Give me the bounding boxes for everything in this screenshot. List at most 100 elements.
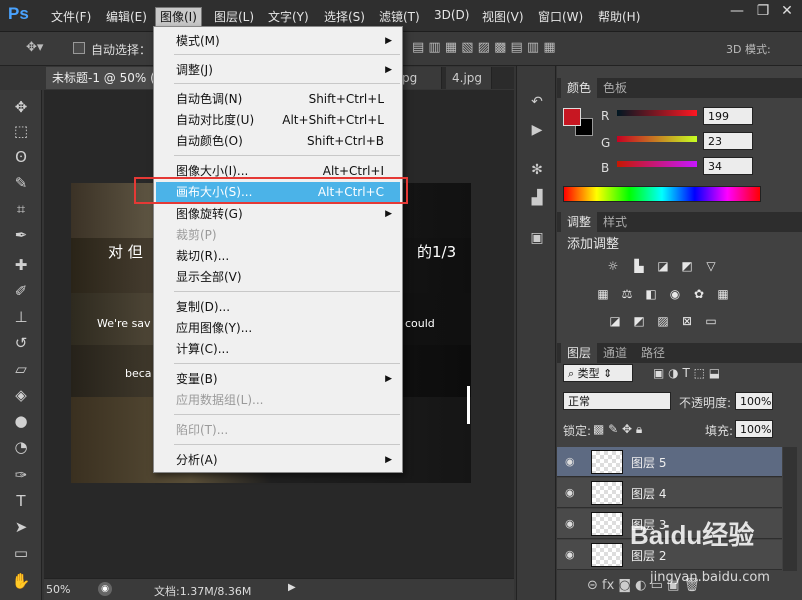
marquee-tool-icon[interactable]: ⬚ (10, 120, 32, 142)
blur-tool-icon[interactable]: ● (10, 410, 32, 432)
black-white-icon[interactable]: ◧ (643, 287, 659, 301)
layer-row[interactable]: ◉ 图层 4 (557, 478, 782, 508)
g-slider[interactable] (617, 136, 697, 142)
move-tool-preset-icon[interactable]: ✥▾ (26, 40, 43, 55)
brush-panel-icon[interactable]: ✻ (525, 162, 549, 182)
b-value-input[interactable]: 34 (703, 157, 753, 175)
menu-item-variables[interactable]: 变量(B) ▶ (156, 369, 400, 390)
opacity-input[interactable]: 100% (735, 392, 773, 410)
tab-channels[interactable]: 通道 (597, 343, 633, 363)
menu-item-reveal-all[interactable]: 显示全部(V) (156, 267, 400, 288)
menu-item-auto-tone[interactable]: 自动色调(N) Shift+Ctrl+L (156, 89, 400, 110)
levels-icon[interactable]: ▙ (631, 259, 647, 273)
lasso-tool-icon[interactable]: ʘ (10, 146, 32, 168)
menu-item-image-rotation[interactable]: 图像旋转(G) ▶ (156, 204, 400, 225)
visibility-eye-icon[interactable]: ◉ (565, 455, 579, 469)
photo-filter-icon[interactable]: ◉ (667, 287, 683, 301)
menu-help[interactable]: 帮助(H) (598, 8, 640, 26)
menu-item-trim[interactable]: 裁切(R)... (156, 246, 400, 267)
pen-tool-icon[interactable]: ✑ (10, 464, 32, 486)
zoom-level[interactable]: 50% (46, 583, 70, 596)
b-slider[interactable] (617, 161, 697, 167)
tab-styles[interactable]: 样式 (597, 212, 633, 232)
menu-item-duplicate[interactable]: 复制(D)... (156, 297, 400, 318)
dodge-tool-icon[interactable]: ◔ (10, 436, 32, 458)
layers-scrollbar[interactable] (783, 447, 797, 571)
path-select-icon[interactable]: ➤ (10, 516, 32, 538)
g-value-input[interactable]: 23 (703, 132, 753, 150)
hand-tool-icon[interactable]: ✋ (10, 570, 32, 592)
status-menu-icon[interactable]: ◉ (98, 582, 112, 596)
history-panel-icon[interactable]: ↶ (525, 94, 549, 114)
blend-mode-dropdown[interactable]: 正常 (563, 392, 671, 410)
tab-paths[interactable]: 路径 (635, 343, 671, 363)
tab-color[interactable]: 颜色 (561, 78, 598, 98)
menu-item-mode[interactable]: 模式(M) ▶ (156, 31, 400, 52)
menu-layer[interactable]: 图层(L) (214, 8, 254, 26)
history-brush-icon[interactable]: ↺ (10, 332, 32, 354)
crop-tool-icon[interactable]: ⌗ (10, 198, 32, 220)
color-balance-icon[interactable]: ⚖ (619, 287, 635, 301)
shape-tool-icon[interactable]: ▭ (10, 542, 32, 564)
healing-tool-icon[interactable]: ✚ (10, 254, 32, 276)
menu-image[interactable]: 图像(I) (155, 7, 202, 27)
menu-filter[interactable]: 滤镜(T) (379, 8, 420, 26)
eyedropper-tool-icon[interactable]: ✒ (10, 224, 32, 246)
align-icons[interactable]: ▤ ▥ ▦ ▧ ▨ ▩ ▤ ▥ ▦ (412, 40, 556, 55)
hue-sat-icon[interactable]: ▦ (595, 287, 611, 301)
menu-file[interactable]: 文件(F) (51, 8, 91, 26)
vibrance-icon[interactable]: ▽ (703, 259, 719, 273)
color-lookup-icon[interactable]: ▦ (715, 287, 731, 301)
paint-bucket-icon[interactable]: ◈ (10, 384, 32, 406)
tab-untitled[interactable]: 未标题-1 @ 50% ( (46, 67, 155, 89)
channel-mixer-icon[interactable]: ✿ (691, 287, 707, 301)
threshold-icon[interactable]: ▨ (655, 314, 671, 328)
curves-icon[interactable]: ◪ (655, 259, 671, 273)
menu-item-auto-contrast[interactable]: 自动对比度(U) Alt+Shift+Ctrl+L (156, 110, 400, 131)
menu-edit[interactable]: 编辑(E) (106, 8, 147, 26)
move-tool-icon[interactable]: ✥ (10, 96, 32, 118)
menu-window[interactable]: 窗口(W) (538, 8, 583, 26)
menu-item-analysis[interactable]: 分析(A) ▶ (156, 450, 400, 471)
invert-icon[interactable]: ◪ (607, 314, 623, 328)
visibility-eye-icon[interactable]: ◉ (565, 548, 579, 562)
tab-swatches[interactable]: 色板 (597, 78, 633, 98)
selective-color-icon[interactable]: ⊠ (679, 314, 695, 328)
layer-filter-dropdown[interactable]: ⌕ 类型 ⇕ (563, 364, 633, 382)
gradient-map-icon[interactable]: ▭ (703, 314, 719, 328)
color-spectrum-bar[interactable] (563, 186, 761, 202)
brightness-icon[interactable]: ☼ (605, 259, 621, 273)
close-button[interactable]: ✕ (776, 2, 798, 20)
histogram-panel-icon[interactable]: ▟ (525, 190, 549, 210)
menu-item-auto-color[interactable]: 自动颜色(O) Shift+Ctrl+B (156, 131, 400, 152)
info-panel-icon[interactable]: ▣ (525, 230, 549, 250)
menu-3d[interactable]: 3D(D) (434, 8, 469, 26)
status-arrow-icon[interactable]: ▶ (288, 582, 296, 593)
brush-tool-icon[interactable]: ✐ (10, 280, 32, 302)
lock-icons[interactable]: ▩ ✎ ✥ 🔒︎ (593, 422, 642, 437)
visibility-eye-icon[interactable]: ◉ (565, 486, 579, 500)
actions-panel-icon[interactable]: ▶ (525, 122, 549, 142)
menu-item-trap[interactable]: 陷印(T)... (156, 420, 400, 441)
menu-item-apply-data-set[interactable]: 应用数据组(L)... (156, 390, 400, 411)
foreground-color-swatch[interactable] (563, 108, 581, 126)
quick-select-tool-icon[interactable]: ✎ (10, 172, 32, 194)
layer-filter-icons[interactable]: ▣ ◑ T ⬚ ⬓ (653, 366, 720, 380)
menu-item-calculations[interactable]: 计算(C)... (156, 339, 400, 360)
type-tool-icon[interactable]: T (10, 490, 32, 512)
menu-item-apply-image[interactable]: 应用图像(Y)... (156, 318, 400, 339)
menu-select[interactable]: 选择(S) (324, 8, 365, 26)
restore-button[interactable]: ❐ (752, 2, 774, 20)
menu-item-adjust[interactable]: 调整(J) ▶ (156, 60, 400, 81)
tab-adjustments[interactable]: 调整 (561, 212, 598, 232)
menu-type[interactable]: 文字(Y) (268, 8, 309, 26)
tab-4jpg[interactable]: 4.jpg (446, 67, 492, 89)
visibility-eye-icon[interactable]: ◉ (565, 517, 579, 531)
layer-row[interactable]: ◉ 图层 5 (557, 447, 782, 477)
exposure-icon[interactable]: ◩ (679, 259, 695, 273)
menu-view[interactable]: 视图(V) (482, 8, 524, 26)
eraser-tool-icon[interactable]: ▱ (10, 358, 32, 380)
tab-layers[interactable]: 图层 (561, 343, 598, 363)
minimize-button[interactable]: — (726, 2, 748, 20)
r-slider[interactable] (617, 110, 697, 116)
